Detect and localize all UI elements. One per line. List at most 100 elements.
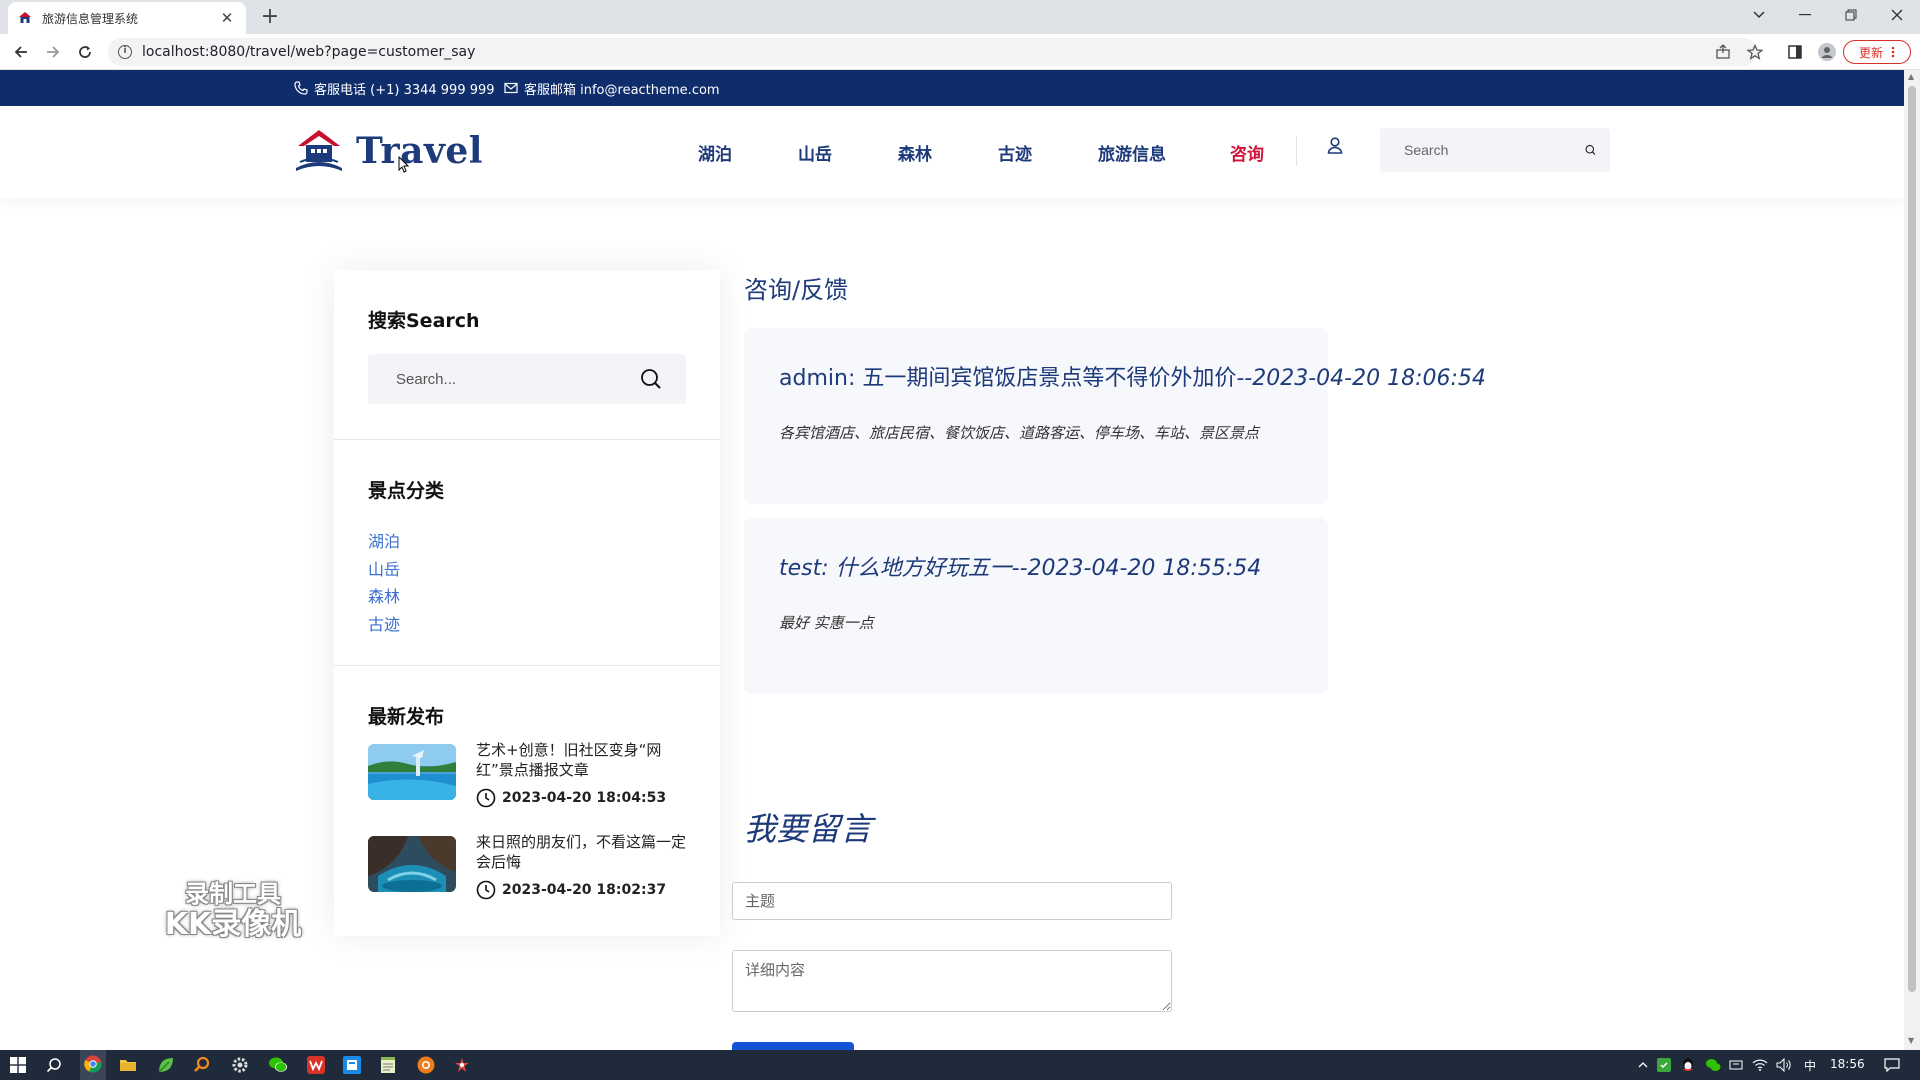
- list-item[interactable]: 来日照的朋友们，不看这篇一定会后悔 2023-04-20 18:02:37: [368, 832, 688, 902]
- notepad-icon[interactable]: [378, 1055, 398, 1075]
- os-taskbar: 中 18:56: [0, 1050, 1920, 1080]
- back-icon[interactable]: [10, 41, 32, 63]
- clock-icon: [476, 880, 496, 900]
- address-bar[interactable]: i localhost:8080/travel/web?page=custome…: [108, 38, 1758, 66]
- new-tab-button[interactable]: +: [258, 4, 282, 30]
- tab-title: 旅游信息管理系统: [42, 11, 139, 26]
- logo-house-icon: [296, 130, 342, 171]
- page-title: 咨询/反馈: [744, 276, 849, 304]
- category-widget-title: 景点分类: [368, 480, 445, 502]
- list-item[interactable]: 艺术+创意！旧社区变身“网红”景点播报文章 2023-04-20 18:04:5…: [368, 740, 688, 810]
- header-search-input[interactable]: [1404, 142, 1585, 158]
- tray-wechat-icon[interactable]: [1704, 1055, 1722, 1075]
- recorder-watermark: 录制工具 KK录像机: [160, 880, 306, 942]
- scroll-up-icon[interactable]: ▲: [1908, 72, 1914, 81]
- message-user: admin: [779, 366, 848, 391]
- user-icon[interactable]: [1326, 136, 1344, 160]
- sidebar-search-input[interactable]: [396, 370, 640, 388]
- browser-update-button[interactable]: 更新: [1843, 40, 1911, 64]
- search-icon[interactable]: [1585, 139, 1596, 161]
- watermark-line1: 录制工具: [185, 880, 281, 908]
- post-thumbnail[interactable]: [368, 744, 456, 800]
- header-search: [1380, 128, 1610, 172]
- side-panel-icon[interactable]: [1784, 41, 1806, 63]
- post-thumbnail[interactable]: [368, 836, 456, 892]
- post-title[interactable]: 艺术+创意！旧社区变身“网红”景点播报文章: [476, 740, 688, 780]
- restore-icon[interactable]: [1828, 0, 1874, 30]
- nav-item-forests[interactable]: 森林: [898, 140, 932, 165]
- post-title[interactable]: 来日照的朋友们，不看这篇一定会后悔: [476, 832, 688, 872]
- tray-volume-icon[interactable]: [1776, 1055, 1792, 1075]
- chrome-taskbar-icon[interactable]: [80, 1050, 106, 1080]
- windows-start-icon[interactable]: [8, 1055, 28, 1075]
- browser-tab[interactable]: 旅游信息管理系统 ✕: [8, 2, 246, 34]
- tab-close-icon[interactable]: ✕: [218, 9, 236, 27]
- category-link-forests[interactable]: 森林: [368, 583, 400, 607]
- nav-item-lakes[interactable]: 湖泊: [698, 140, 732, 165]
- close-window-icon[interactable]: [1874, 0, 1920, 30]
- sidebar: 搜索Search 景点分类 湖泊 山岳 森林 古迹 最新发布: [334, 270, 720, 936]
- submit-button[interactable]: [732, 1042, 854, 1050]
- sidebar-search: [368, 354, 686, 404]
- message-body: 各宾馆酒店、旅店民宿、餐饮饭店、道路客运、停车场、车站、景区景点: [779, 424, 1260, 442]
- tray-network-icon[interactable]: [1752, 1055, 1768, 1075]
- scroll-down-icon[interactable]: ▼: [1908, 1036, 1914, 1045]
- message-date: --2023-04-20 18:55:54: [1011, 556, 1262, 581]
- site-info-icon[interactable]: i: [118, 45, 132, 59]
- message-user: test: [779, 556, 822, 581]
- mail-icon: [504, 82, 518, 94]
- category-link-monuments[interactable]: 古迹: [368, 611, 400, 635]
- search-widget: 搜索Search: [334, 270, 720, 440]
- scrollbar-thumb[interactable]: [1908, 86, 1916, 992]
- notification-center-icon[interactable]: [1882, 1055, 1902, 1075]
- wps-office-icon[interactable]: [306, 1055, 326, 1075]
- nav-item-consult[interactable]: 咨询: [1230, 140, 1264, 165]
- tray-device-icon[interactable]: [1728, 1055, 1744, 1075]
- tray-expand-icon[interactable]: [1636, 1055, 1650, 1075]
- nav-item-travel-info[interactable]: 旅游信息: [1098, 140, 1166, 165]
- category-link-mountains[interactable]: 山岳: [368, 556, 400, 580]
- taskbar-search-icon[interactable]: [44, 1055, 64, 1075]
- message-card: admin: 五一期间宾馆饭店景点等不得价外加价--2023-04-20 18:…: [744, 328, 1486, 504]
- nav-item-mountains[interactable]: 山岳: [798, 140, 832, 165]
- logo-text: Travel: [356, 130, 483, 172]
- tray-shield-icon[interactable]: [1656, 1055, 1672, 1075]
- tab-search-chevron-icon[interactable]: [1736, 0, 1782, 30]
- reload-icon[interactable]: [74, 41, 96, 63]
- subject-input[interactable]: [732, 882, 1172, 920]
- message-body: 最好 实惠一点: [779, 614, 874, 632]
- nav-item-monuments[interactable]: 古迹: [998, 140, 1032, 165]
- leave-message-heading: 我要留言: [744, 810, 873, 848]
- app-orange-round-icon[interactable]: [416, 1055, 436, 1075]
- message-title: admin: 五一期间宾馆饭店景点等不得价外加价--2023-04-20 18:…: [779, 366, 1486, 391]
- bookmark-star-icon[interactable]: [1744, 41, 1766, 63]
- settings-gear-icon[interactable]: [230, 1055, 250, 1075]
- forward-icon[interactable]: [42, 41, 64, 63]
- app-blue-doc-icon[interactable]: [342, 1055, 362, 1075]
- contact-email[interactable]: 客服邮箱 info@reactheme.com: [504, 70, 720, 106]
- tray-qq-icon[interactable]: [1680, 1055, 1696, 1075]
- message-subject: 五一期间宾馆饭店景点等不得价外加价: [862, 366, 1237, 391]
- profile-avatar-icon[interactable]: [1816, 41, 1838, 63]
- message-date: --2023-04-20 18:06:54: [1236, 366, 1486, 391]
- app-leaf-icon[interactable]: [156, 1055, 176, 1075]
- browser-toolbar: i localhost:8080/travel/web?page=custome…: [0, 34, 1920, 70]
- ime-indicator[interactable]: 中: [1804, 1057, 1816, 1074]
- message-title: test: 什么地方好玩五一--2023-04-20 18:55:54: [779, 556, 1262, 581]
- page-scrollbar[interactable]: ▲ ▼: [1904, 70, 1920, 1050]
- file-explorer-icon[interactable]: [118, 1055, 138, 1075]
- minimize-icon[interactable]: [1782, 0, 1828, 30]
- browser-tabbar: 旅游信息管理系统 ✕ +: [0, 0, 1920, 34]
- email-text: 客服邮箱 info@reactheme.com: [524, 82, 720, 98]
- taskbar-clock[interactable]: 18:56: [1830, 1057, 1865, 1071]
- share-icon[interactable]: [1712, 41, 1734, 63]
- app-recorder-icon[interactable]: [452, 1055, 472, 1075]
- content-textarea[interactable]: [732, 950, 1172, 1012]
- sidebar-search-icon[interactable]: [640, 368, 662, 390]
- site-logo[interactable]: Travel: [294, 128, 483, 174]
- post-date-text: 2023-04-20 18:04:53: [502, 790, 667, 806]
- contact-phone[interactable]: 客服电话 (+1) 3344 999 999: [294, 70, 495, 106]
- wechat-icon[interactable]: [268, 1055, 288, 1075]
- category-link-lakes[interactable]: 湖泊: [368, 528, 400, 552]
- app-search-tool-icon[interactable]: [192, 1055, 212, 1075]
